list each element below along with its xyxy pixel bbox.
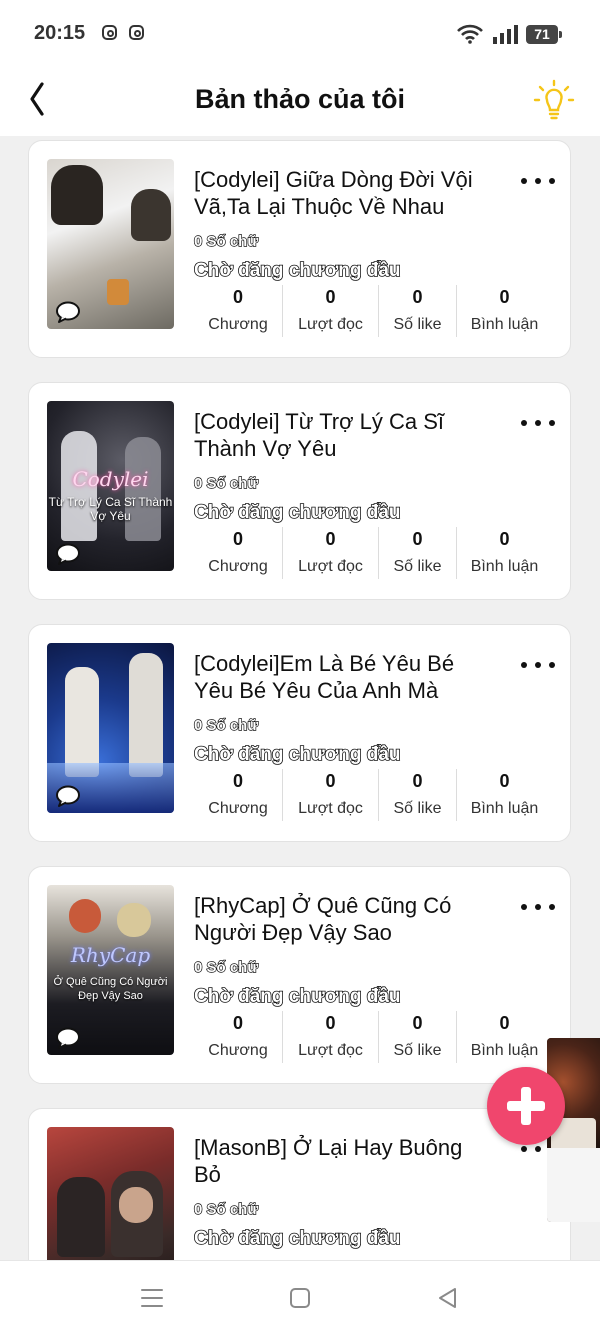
draft-card[interactable]: [MasonB] Ở Lại Hay Buông Bỏ 0 Số chữ Chờ… (28, 1108, 571, 1260)
draft-cover-image[interactable] (47, 1127, 174, 1260)
draft-cover-image[interactable] (47, 643, 174, 813)
draft-stats: 0 Chương 0 Lượt đọc 0 Số like 0 Bình luận (194, 283, 554, 343)
back-triangle-icon[interactable] (435, 1285, 461, 1311)
stat-likes-label: Số like (393, 800, 442, 817)
draft-title[interactable]: [Codylei]Em Là Bé Yêu Bé Yêu Bé Yêu Của … (194, 650, 494, 704)
more-icon (521, 420, 527, 426)
stat-chapters-value: 0 (232, 529, 243, 549)
home-square-icon[interactable] (287, 1285, 313, 1311)
draft-status: Chờ đăng chương đầu (193, 985, 401, 1008)
more-icon (521, 662, 527, 668)
draft-title[interactable]: [Codylei] Giữa Dòng Đời Vội Vã,Ta Lại Th… (194, 166, 494, 220)
stat-comments-label: Bình luận (470, 1042, 539, 1059)
draft-card[interactable]: [Codylei] Giữa Dòng Đời Vội Vã,Ta Lại Th… (28, 140, 571, 358)
wifi-icon (457, 24, 483, 44)
stat-chapters-label: Chương (208, 800, 268, 817)
stat-reads-value: 0 (325, 287, 336, 307)
draft-card[interactable]: Codylei Từ Trợ Lý Ca Sĩ Thành Vợ Yêu [Co… (28, 382, 571, 600)
draft-title[interactable]: [MasonB] Ở Lại Hay Buông Bỏ (194, 1134, 494, 1188)
draft-card[interactable]: RhyCap Ở Quê Cũng Có Người Đẹp Vậy Sao [… (28, 866, 571, 1084)
stat-comments-value: 0 (499, 771, 510, 791)
stat-chapters-value: 0 (232, 771, 243, 791)
stat-chapters-label: Chương (208, 316, 268, 333)
more-options-button[interactable] (521, 897, 555, 917)
draft-title[interactable]: [RhyCap] Ở Quê Cũng Có Người Đẹp Vậy Sao (194, 892, 494, 946)
stat-likes-label: Số like (393, 316, 442, 333)
stat-likes-label: Số like (393, 1042, 442, 1059)
status-time: 20:15 (34, 22, 86, 44)
system-nav-bar (0, 1260, 600, 1334)
word-count: 0 Số chữ (193, 716, 259, 734)
stat-chapters-value: 0 (232, 287, 243, 307)
stat-reads-value: 0 (325, 529, 336, 549)
add-draft-button[interactable] (487, 1067, 565, 1145)
more-options-button[interactable] (521, 655, 555, 675)
menu-icon[interactable] (139, 1285, 165, 1311)
stat-chapters-label: Chương (208, 558, 268, 575)
word-count: 0 Số chữ (193, 1200, 259, 1218)
cover-subtitle: Từ Trợ Lý Ca Sĩ Thành Vợ Yêu (48, 495, 173, 523)
instagram-icon (129, 25, 144, 40)
comment-bubble-icon (56, 543, 80, 565)
stat-reads-value: 0 (325, 1013, 336, 1033)
stat-reads-label: Lượt đọc (298, 1042, 363, 1059)
draft-card[interactable]: [Codylei]Em Là Bé Yêu Bé Yêu Bé Yêu Của … (28, 624, 571, 842)
draft-stats: 0 Chương 0 Lượt đọc 0 Số like 0 Bình luận (194, 525, 554, 585)
stat-comments-label: Bình luận (470, 558, 539, 575)
more-icon (521, 1146, 527, 1152)
draft-stats: 0 Chương 0 Lượt đọc 0 Số like 0 Bình luận (194, 1009, 554, 1069)
cover-title: Codylei (72, 467, 149, 491)
stat-comments-label: Bình luận (470, 316, 539, 333)
draft-stats: 0 Chương 0 Lượt đọc 0 Số like 0 Bình luận (194, 767, 554, 827)
draft-status: Chờ đăng chương đầu (193, 1227, 401, 1250)
stat-comments-value: 0 (499, 529, 510, 549)
more-options-button[interactable] (521, 413, 555, 433)
cover-title: RhyCap (70, 943, 151, 967)
stat-reads-value: 0 (325, 771, 336, 791)
stat-reads-label: Lượt đọc (298, 800, 363, 817)
draft-status: Chờ đăng chương đầu (193, 743, 401, 766)
stat-chapters-value: 0 (232, 1013, 243, 1033)
stat-comments-label: Bình luận (470, 800, 539, 817)
stat-likes-value: 0 (412, 287, 423, 307)
more-options-button[interactable] (521, 171, 555, 191)
cover-subtitle: Ở Quê Cũng Có Người Đẹp Vậy Sao (53, 976, 168, 1002)
signal-icon (493, 25, 518, 44)
more-icon (521, 904, 527, 910)
draft-status: Chờ đăng chương đầu (193, 259, 401, 282)
app-header: Bản thảo của tôi (0, 70, 600, 136)
word-count: 0 Số chữ (193, 232, 259, 250)
stat-likes-value: 0 (412, 1013, 423, 1033)
status-bar: 20:15 71 (0, 0, 600, 70)
instagram-icon (102, 25, 117, 40)
comment-bubble-icon (56, 301, 80, 323)
stat-reads-label: Lượt đọc (298, 316, 363, 333)
word-count: 0 Số chữ (193, 474, 259, 492)
lightbulb-icon[interactable] (532, 78, 576, 122)
stat-likes-value: 0 (412, 529, 423, 549)
stat-reads-label: Lượt đọc (298, 558, 363, 575)
draft-status: Chờ đăng chương đầu (193, 501, 401, 524)
word-count: 0 Số chữ (193, 958, 259, 976)
draft-title[interactable]: [Codylei] Từ Trợ Lý Ca Sĩ Thành Vợ Yêu (194, 408, 494, 462)
more-icon (521, 178, 527, 184)
comment-bubble-icon (56, 785, 80, 807)
stat-likes-label: Số like (393, 558, 442, 575)
draft-cover-image[interactable]: Codylei Từ Trợ Lý Ca Sĩ Thành Vợ Yêu (47, 401, 174, 571)
stat-comments-value: 0 (499, 287, 510, 307)
draft-cover-image[interactable] (47, 159, 174, 329)
draft-cover-image[interactable]: RhyCap Ở Quê Cũng Có Người Đẹp Vậy Sao (47, 885, 174, 1055)
page-title: Bản thảo của tôi (194, 84, 405, 114)
stat-comments-value: 0 (499, 1013, 510, 1033)
battery-indicator: 71 (526, 25, 562, 44)
stat-chapters-label: Chương (208, 1042, 268, 1059)
stat-likes-value: 0 (412, 771, 423, 791)
comment-bubble-icon (56, 1027, 80, 1049)
